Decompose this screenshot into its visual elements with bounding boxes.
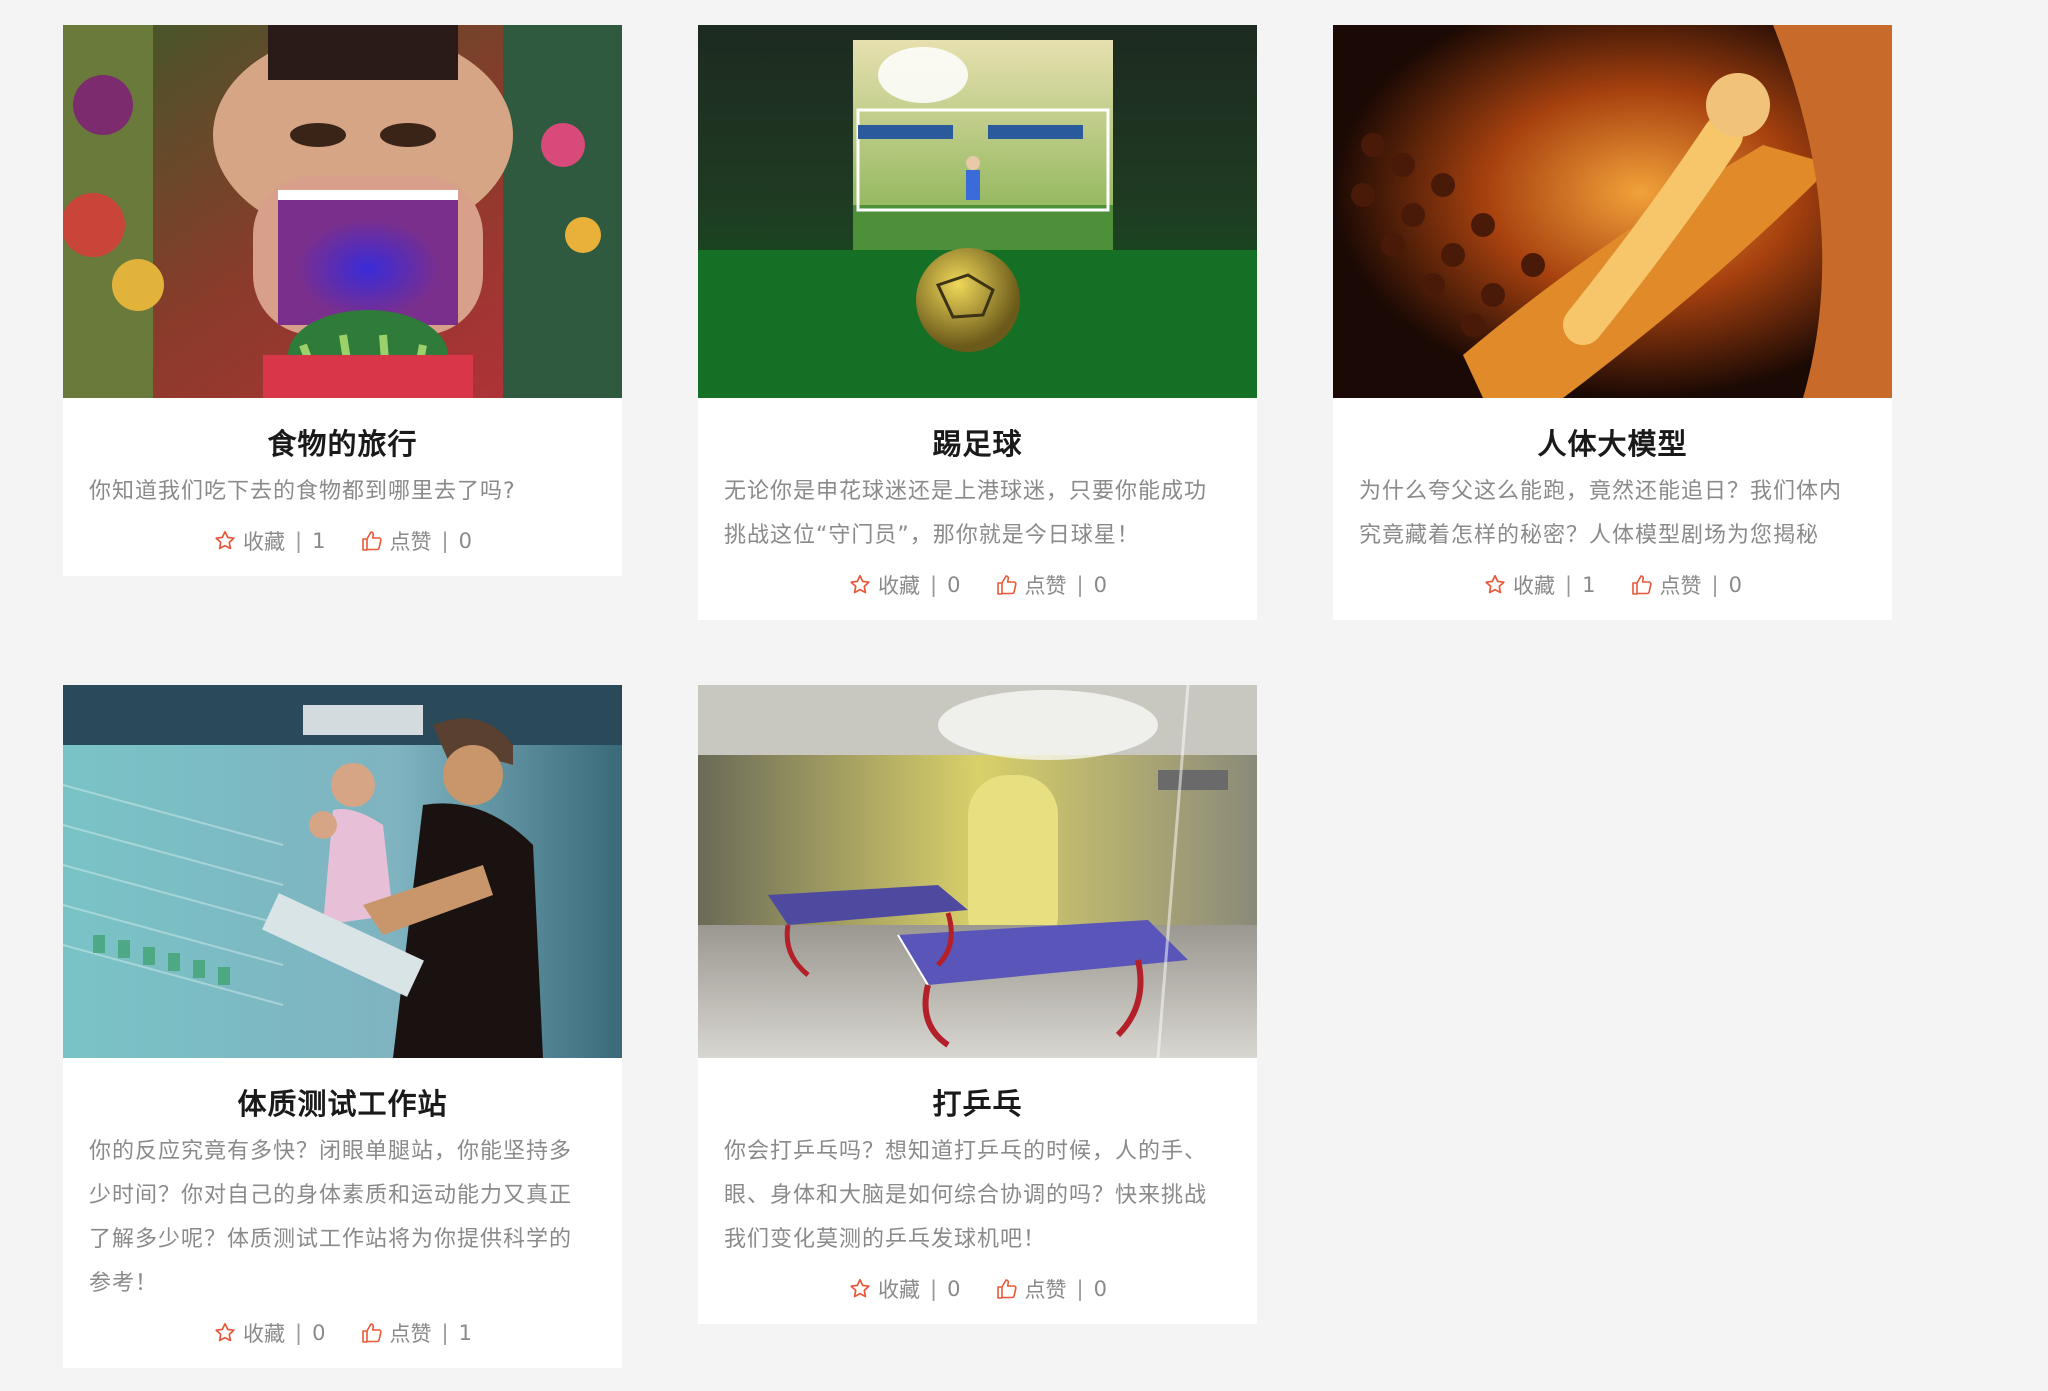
card-actions: 收藏 | 0 点赞 | 1 [63, 1306, 622, 1368]
star-icon [848, 1277, 872, 1301]
description-line: 你知道我们吃下去的食物都到哪里去了吗? [89, 479, 516, 504]
divider: | [1076, 573, 1084, 597]
description-line: 少时间？你对自己的身体素质和运动能力又真正 [89, 1183, 573, 1208]
description-line: 挑战这位“守门员”，那你就是今日球星！ [724, 523, 1140, 548]
favorite-label: 收藏 [243, 1322, 286, 1346]
exhibit-grid: 食物的旅行 你知道我们吃下去的食物都到哪里去了吗? 收藏 | 1 点赞 | 0 [0, 0, 2048, 1391]
ping-pong-tables-image[interactable] [698, 685, 1257, 1058]
star-icon [848, 573, 872, 597]
star-icon [1483, 573, 1507, 597]
divider: | [1711, 573, 1719, 597]
thumbs-up-icon [360, 529, 384, 553]
favorite-count: 0 [947, 573, 961, 597]
description-line: 了解多少呢？体质测试工作站将为你提供科学的 [89, 1227, 573, 1252]
exhibit-card[interactable]: 打乒乓 你会打乒乓吗？想知道打乒乓的时候，人的手、 眼、身体和大脑是如何综合协调… [698, 685, 1257, 1324]
thumbs-up-icon [1630, 573, 1654, 597]
description-line: 眼、身体和大脑是如何综合协调的吗？快来挑战 [724, 1183, 1208, 1208]
like-button[interactable]: 点赞 | 0 [995, 570, 1107, 600]
thumbs-up-icon [360, 1321, 384, 1345]
card-description: 无论你是申花球迷还是上港球迷，只要你能成功 挑战这位“守门员”，那你就是今日球星… [698, 464, 1257, 558]
favorite-button[interactable]: 收藏 | 1 [1483, 570, 1596, 600]
favorite-label: 收藏 [243, 530, 286, 554]
description-line: 究竟藏着怎样的秘密？人体模型剧场为您揭秘 [1359, 523, 1820, 548]
card-description: 你会打乒乓吗？想知道打乒乓的时候，人的手、 眼、身体和大脑是如何综合协调的吗？快… [698, 1124, 1257, 1262]
card-actions: 收藏 | 0 点赞 | 0 [698, 1262, 1257, 1324]
divider: | [295, 529, 303, 553]
card-title[interactable]: 体质测试工作站 [63, 1058, 622, 1124]
divider: | [441, 529, 449, 553]
card-description: 你的反应究竟有多快？闭眼单腿站，你能坚持多 少时间？你对自己的身体素质和运动能力… [63, 1124, 622, 1306]
card-actions: 收藏 | 1 点赞 | 0 [1333, 558, 1892, 620]
like-button[interactable]: 点赞 | 1 [360, 1318, 472, 1348]
description-line: 你的反应究竟有多快？闭眼单腿站，你能坚持多 [89, 1139, 573, 1164]
favorite-label: 收藏 [1513, 574, 1556, 598]
exhibit-card[interactable]: 人体大模型 为什么夸父这么能跑，竟然还能追日？我们体内 究竟藏着怎样的秘密？人体… [1333, 25, 1892, 620]
description-line: 为什么夸父这么能跑，竟然还能追日？我们体内 [1359, 479, 1843, 504]
favorite-label: 收藏 [878, 1278, 921, 1302]
like-label: 点赞 [1659, 574, 1702, 598]
like-count: 0 [1728, 573, 1742, 597]
favorite-label: 收藏 [878, 574, 921, 598]
card-title[interactable]: 食物的旅行 [63, 398, 622, 464]
description-line: 你会打乒乓吗？想知道打乒乓的时候，人的手、 [724, 1139, 1208, 1164]
card-title[interactable]: 踢足球 [698, 398, 1257, 464]
description-line: 无论你是申花球迷还是上港球迷，只要你能成功 [724, 479, 1208, 504]
exhibit-card[interactable]: 踢足球 无论你是申花球迷还是上港球迷，只要你能成功 挑战这位“守门员”，那你就是… [698, 25, 1257, 620]
like-button[interactable]: 点赞 | 0 [995, 1274, 1107, 1304]
thumbs-up-icon [995, 573, 1019, 597]
like-label: 点赞 [1024, 1278, 1067, 1302]
divider: | [1076, 1277, 1084, 1301]
favorite-count: 0 [312, 1321, 326, 1345]
fitness-test-station-image[interactable] [63, 685, 622, 1058]
favorite-button[interactable]: 收藏 | 0 [213, 1318, 326, 1348]
favorite-count: 1 [312, 529, 326, 553]
like-button[interactable]: 点赞 | 0 [360, 526, 472, 556]
like-button[interactable]: 点赞 | 0 [1630, 570, 1742, 600]
divider: | [1565, 573, 1573, 597]
like-label: 点赞 [1024, 574, 1067, 598]
description-line: 参考！ [89, 1271, 159, 1296]
favorite-button[interactable]: 收藏 | 0 [848, 570, 961, 600]
card-description: 你知道我们吃下去的食物都到哪里去了吗? [63, 464, 622, 514]
star-icon [213, 529, 237, 553]
favorite-count: 0 [947, 1277, 961, 1301]
description-line: 我们变化莫测的乒乓发球机吧！ [724, 1227, 1047, 1252]
card-actions: 收藏 | 1 点赞 | 0 [63, 514, 622, 576]
divider: | [441, 1321, 449, 1345]
like-count: 0 [458, 529, 472, 553]
like-label: 点赞 [389, 530, 432, 554]
soccer-goal-image[interactable] [698, 25, 1257, 398]
star-icon [213, 1321, 237, 1345]
card-title[interactable]: 人体大模型 [1333, 398, 1892, 464]
human-body-model-image[interactable] [1333, 25, 1892, 398]
card-actions: 收藏 | 0 点赞 | 0 [698, 558, 1257, 620]
like-count: 0 [1093, 573, 1107, 597]
exhibit-card[interactable]: 体质测试工作站 你的反应究竟有多快？闭眼单腿站，你能坚持多 少时间？你对自己的身… [63, 685, 622, 1368]
divider: | [930, 1277, 938, 1301]
divider: | [930, 573, 938, 597]
card-description: 为什么夸父这么能跑，竟然还能追日？我们体内 究竟藏着怎样的秘密？人体模型剧场为您… [1333, 464, 1892, 558]
divider: | [295, 1321, 303, 1345]
thumbs-up-icon [995, 1277, 1019, 1301]
favorite-button[interactable]: 收藏 | 1 [213, 526, 326, 556]
like-count: 0 [1093, 1277, 1107, 1301]
favorite-count: 1 [1582, 573, 1596, 597]
like-label: 点赞 [389, 1322, 432, 1346]
favorite-button[interactable]: 收藏 | 0 [848, 1274, 961, 1304]
like-count: 1 [458, 1321, 472, 1345]
food-journey-exhibit-image[interactable] [63, 25, 622, 398]
exhibit-card[interactable]: 食物的旅行 你知道我们吃下去的食物都到哪里去了吗? 收藏 | 1 点赞 | 0 [63, 25, 622, 576]
card-title[interactable]: 打乒乓 [698, 1058, 1257, 1124]
